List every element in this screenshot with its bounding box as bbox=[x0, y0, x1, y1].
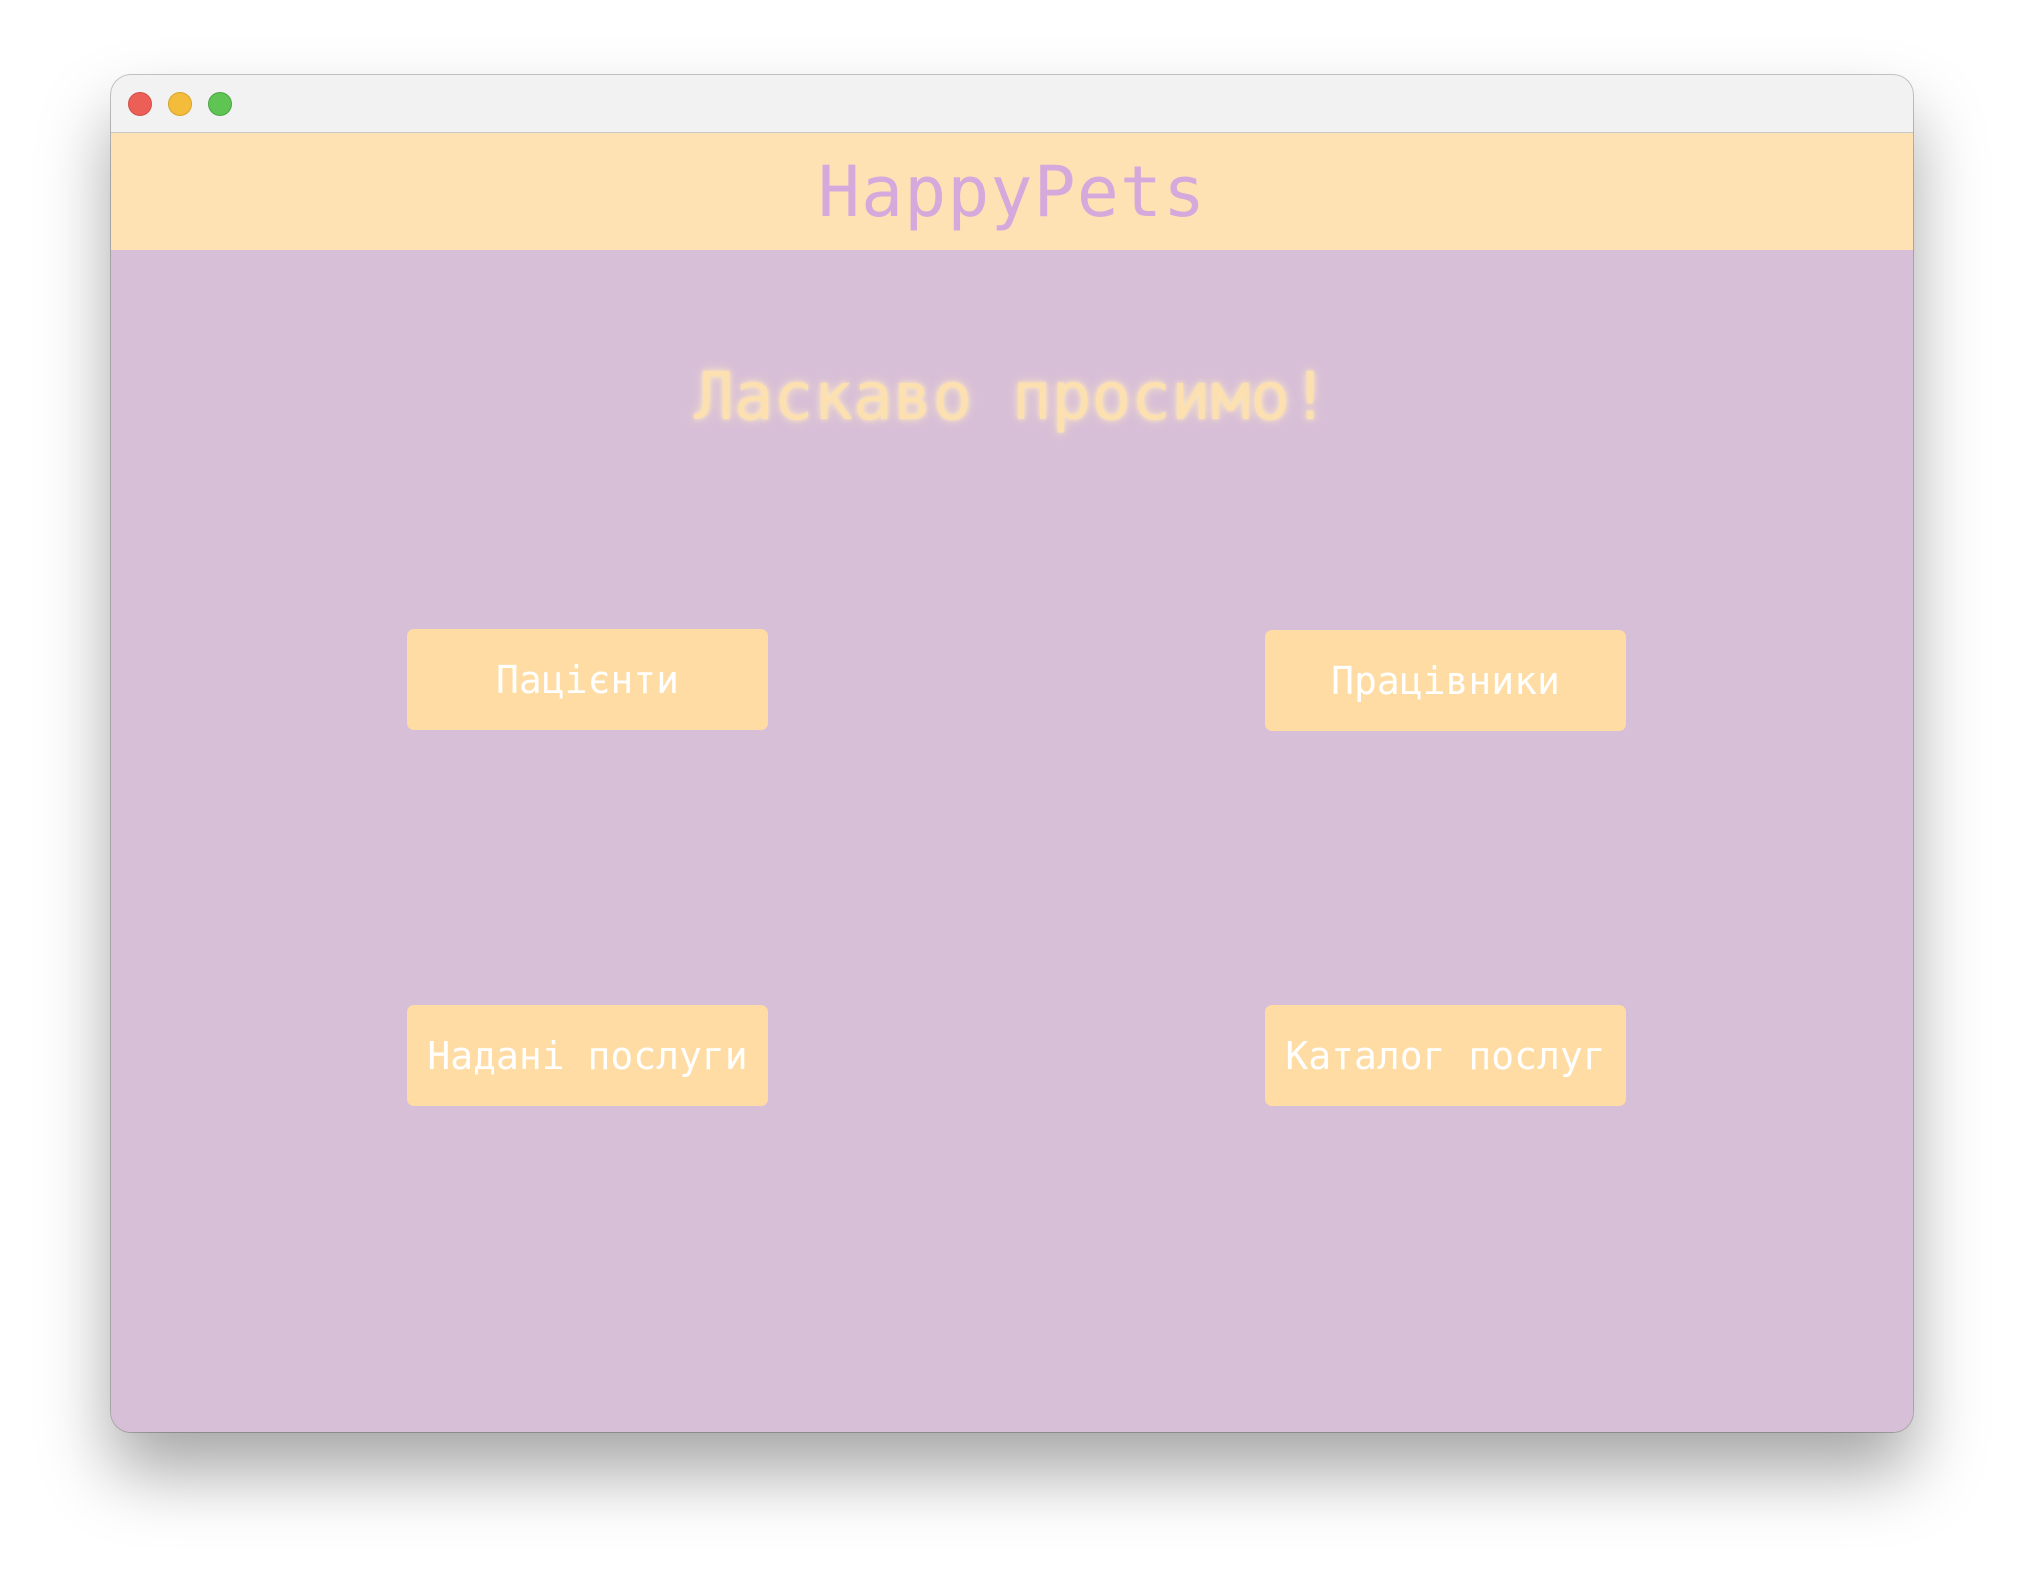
provided-services-button[interactable]: Надані послуги bbox=[407, 1005, 768, 1106]
main-content: Ласкаво просимо! Пацієнти Працівники Над… bbox=[111, 250, 1913, 1432]
close-window-icon[interactable] bbox=[128, 92, 152, 116]
workers-button[interactable]: Працівники bbox=[1265, 630, 1626, 731]
patients-button[interactable]: Пацієнти bbox=[407, 629, 768, 730]
app-window: HappyPets Ласкаво просимо! Пацієнти Прац… bbox=[111, 75, 1913, 1432]
window-titlebar[interactable] bbox=[111, 75, 1913, 133]
service-catalog-button[interactable]: Каталог послуг bbox=[1265, 1005, 1626, 1106]
zoom-window-icon[interactable] bbox=[208, 92, 232, 116]
app-title: HappyPets bbox=[817, 150, 1207, 233]
welcome-heading: Ласкаво просимо! bbox=[694, 358, 1330, 435]
minimize-window-icon[interactable] bbox=[168, 92, 192, 116]
app-header: HappyPets bbox=[111, 133, 1913, 250]
